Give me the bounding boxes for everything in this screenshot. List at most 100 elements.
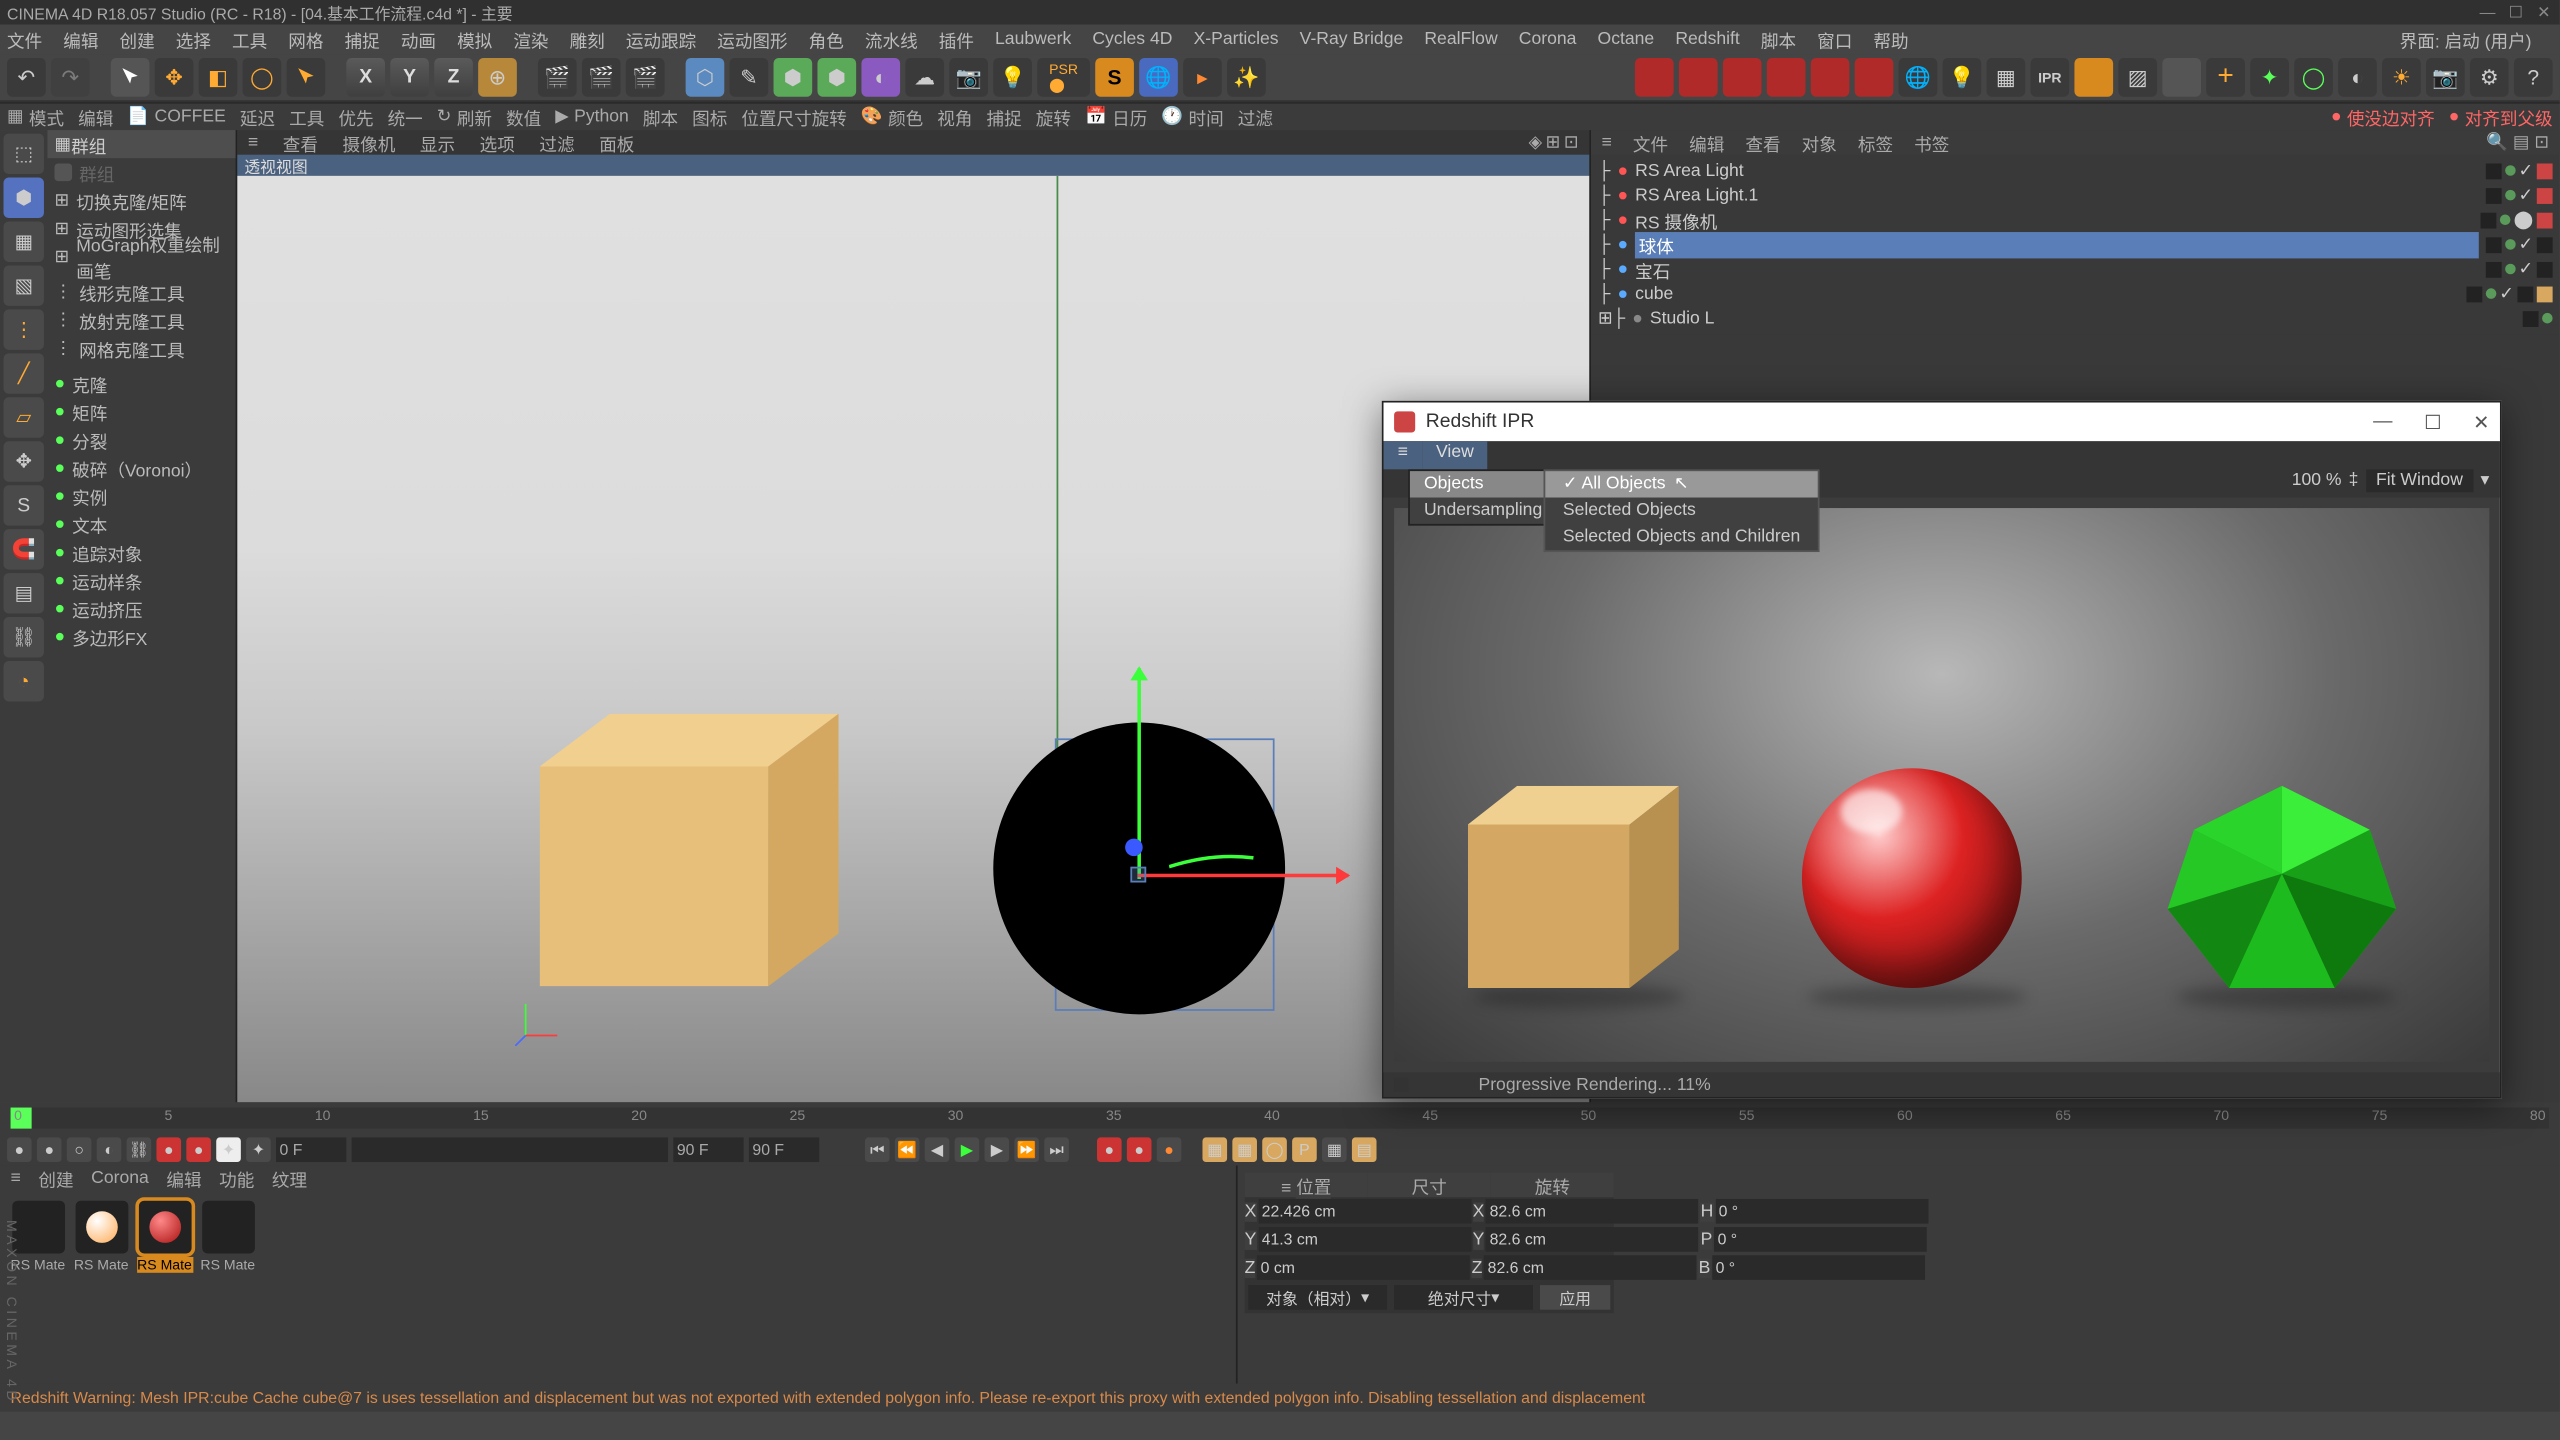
z-axis-lock[interactable]: Z bbox=[434, 58, 473, 97]
texture-mode-icon[interactable]: ▦ bbox=[4, 222, 44, 262]
pos-y-field[interactable] bbox=[1258, 1227, 1471, 1252]
material-tabs[interactable]: ≡创建Corona编辑功能纹理 bbox=[0, 1166, 1236, 1191]
key-icon[interactable]: ✦ bbox=[216, 1137, 241, 1162]
material-slot[interactable]: RS Mate bbox=[200, 1201, 256, 1275]
lock-icon[interactable]: ⛓ bbox=[4, 617, 44, 657]
size-y-field[interactable] bbox=[1486, 1227, 1699, 1252]
snap-icon[interactable]: 🧲 bbox=[4, 529, 44, 569]
rs-globe-icon[interactable]: 🌐 bbox=[1899, 58, 1938, 97]
rs-render-icon[interactable] bbox=[1679, 58, 1718, 97]
rs-sun-icon[interactable]: ☀ bbox=[2382, 58, 2421, 97]
origin-handle[interactable] bbox=[1130, 867, 1146, 883]
end-frame-field2[interactable]: 90 F bbox=[749, 1137, 819, 1162]
coord-mode-dropdown[interactable]: 对象（相对） ▾ bbox=[1248, 1285, 1387, 1310]
generator-icon[interactable]: ⬢ bbox=[817, 58, 856, 97]
last-tool-icon[interactable] bbox=[287, 58, 326, 97]
play-icon[interactable]: ▶ bbox=[955, 1137, 980, 1162]
maximize-icon[interactable]: ☐ bbox=[2424, 410, 2441, 433]
substance-icon[interactable]: S bbox=[1095, 58, 1134, 97]
pos-x-field[interactable] bbox=[1258, 1199, 1471, 1224]
object-mode-icon[interactable]: ⬢ bbox=[4, 178, 44, 218]
rs-settings-icon[interactable]: ⚙ bbox=[2470, 58, 2509, 97]
material-slot-selected[interactable]: RS Mate bbox=[137, 1201, 193, 1275]
rs-light-icon[interactable]: 💡 bbox=[1943, 58, 1982, 97]
move-icon[interactable]: ✥ bbox=[155, 58, 194, 97]
rs-render-icon[interactable] bbox=[1767, 58, 1806, 97]
panel-header[interactable]: ▦ 群组 bbox=[47, 130, 235, 158]
y-axis-lock[interactable]: Y bbox=[390, 58, 429, 97]
cube-object[interactable] bbox=[540, 714, 839, 986]
next-frame-icon[interactable]: ▶ bbox=[984, 1137, 1009, 1162]
environment-icon[interactable]: ☁ bbox=[905, 58, 944, 97]
object-tree[interactable]: ├●RS Area Light✓ ├●RS Area Light.1✓ ├●RS… bbox=[1591, 155, 2560, 334]
coord-system-icon[interactable]: ⊕ bbox=[478, 58, 517, 97]
window-controls[interactable]: —☐✕ bbox=[2468, 3, 2552, 22]
s-mode-icon[interactable]: S bbox=[4, 485, 44, 525]
ipr-render-view[interactable] bbox=[1394, 508, 2489, 1062]
goto-start-icon[interactable]: ⏮ bbox=[865, 1137, 890, 1162]
prev-frame-icon[interactable]: ◀ bbox=[925, 1137, 950, 1162]
rs-material-icon[interactable] bbox=[2074, 58, 2113, 97]
pen-icon[interactable]: ✎ bbox=[730, 58, 769, 97]
rot-p-field[interactable] bbox=[1714, 1227, 1927, 1252]
record-icon[interactable]: ● bbox=[156, 1137, 181, 1162]
tool-icon[interactable]: ◔ bbox=[4, 661, 44, 701]
start-frame-field[interactable]: 0 F bbox=[276, 1137, 346, 1162]
rs-tool-icon[interactable] bbox=[2162, 58, 2201, 97]
ipr-objects-submenu[interactable]: ✓ All Objects ↖ Selected Objects Selecte… bbox=[1544, 469, 1820, 552]
autokey-icon[interactable]: ● bbox=[1127, 1137, 1152, 1162]
deformer-icon[interactable]: ◐ bbox=[861, 58, 900, 97]
link-icon[interactable]: ⛓ bbox=[127, 1137, 152, 1162]
magic-icon[interactable]: ✨ bbox=[1227, 58, 1266, 97]
render-region-icon[interactable]: 🎬 bbox=[582, 58, 621, 97]
globe-icon[interactable]: 🌐 bbox=[1139, 58, 1178, 97]
key-icon[interactable]: ✦ bbox=[246, 1137, 271, 1162]
goto-end-icon[interactable]: ⏭ bbox=[1044, 1137, 1069, 1162]
rs-add-icon[interactable]: + bbox=[2206, 58, 2245, 97]
apply-button[interactable]: 应用 bbox=[1540, 1285, 1610, 1310]
opt-icon[interactable]: P bbox=[1292, 1137, 1317, 1162]
redo-icon[interactable]: ↷ bbox=[51, 58, 90, 97]
point-mode-icon[interactable]: ⋮ bbox=[4, 309, 44, 349]
flame-icon[interactable]: ▸ bbox=[1183, 58, 1222, 97]
material-slot[interactable]: RS Mate bbox=[74, 1201, 130, 1275]
next-key-icon[interactable]: ⏩ bbox=[1014, 1137, 1039, 1162]
opt-icon[interactable]: ▦ bbox=[1232, 1137, 1257, 1162]
x-axis-lock[interactable]: X bbox=[346, 58, 385, 97]
ipr-zoom[interactable]: 100 % bbox=[2292, 471, 2342, 490]
rs-tool-icon[interactable]: ◯ bbox=[2294, 58, 2333, 97]
rs-tool-icon[interactable]: ◐ bbox=[2338, 58, 2377, 97]
layer-icon[interactable]: ▤ bbox=[4, 573, 44, 613]
sphere-shade-icon[interactable]: ● bbox=[7, 1137, 32, 1162]
rotate-icon[interactable]: ◯ bbox=[243, 58, 282, 97]
close-icon[interactable]: ✕ bbox=[2473, 410, 2489, 433]
rs-tool-icon[interactable]: ▨ bbox=[2118, 58, 2157, 97]
size-mode-dropdown[interactable]: 绝对尺寸 ▾ bbox=[1394, 1285, 1533, 1310]
all-objects-item[interactable]: ✓ All Objects ↖ bbox=[1545, 471, 1818, 497]
end-frame-field[interactable]: 90 F bbox=[673, 1137, 743, 1162]
viewport-menu[interactable]: ≡ 查看摄像机显示选项过滤面板 ◈⊞⊡ bbox=[237, 130, 1589, 155]
timeline-range[interactable] bbox=[352, 1137, 668, 1162]
workplane-icon[interactable]: ▧ bbox=[4, 265, 44, 305]
edge-mode-icon[interactable]: ╱ bbox=[4, 353, 44, 393]
rs-camera-icon[interactable]: 📷 bbox=[2426, 58, 2465, 97]
psr-icon[interactable]: PSR⬤ bbox=[1037, 58, 1090, 97]
prev-key-icon[interactable]: ⏪ bbox=[895, 1137, 920, 1162]
object-manager-menu[interactable]: ≡ 文件编辑查看对象标签书签 🔍 ▤ ⊡ bbox=[1591, 130, 2560, 155]
poly-mode-icon[interactable]: ▱ bbox=[4, 397, 44, 437]
autokey-icon[interactable]: ● bbox=[1097, 1137, 1122, 1162]
rs-render-icon[interactable] bbox=[1723, 58, 1762, 97]
pos-z-field[interactable] bbox=[1257, 1255, 1470, 1280]
rs-env-icon[interactable]: ▦ bbox=[1987, 58, 2026, 97]
undo-icon[interactable]: ↶ bbox=[7, 58, 46, 97]
rs-render-icon[interactable] bbox=[1635, 58, 1674, 97]
opt-icon[interactable]: ▦ bbox=[1322, 1137, 1347, 1162]
timeline[interactable]: 05101520253035404550556065707580 bbox=[0, 1102, 2560, 1134]
sphere-shade-icon[interactable]: ○ bbox=[67, 1137, 92, 1162]
rs-help-icon[interactable]: ? bbox=[2514, 58, 2553, 97]
key-options-icon[interactable]: ● bbox=[1157, 1137, 1182, 1162]
scale-icon[interactable]: ◧ bbox=[199, 58, 238, 97]
rs-render-icon[interactable] bbox=[1855, 58, 1894, 97]
rs-tool-icon[interactable]: ✦ bbox=[2250, 58, 2289, 97]
render-view-icon[interactable]: 🎬 bbox=[538, 58, 577, 97]
